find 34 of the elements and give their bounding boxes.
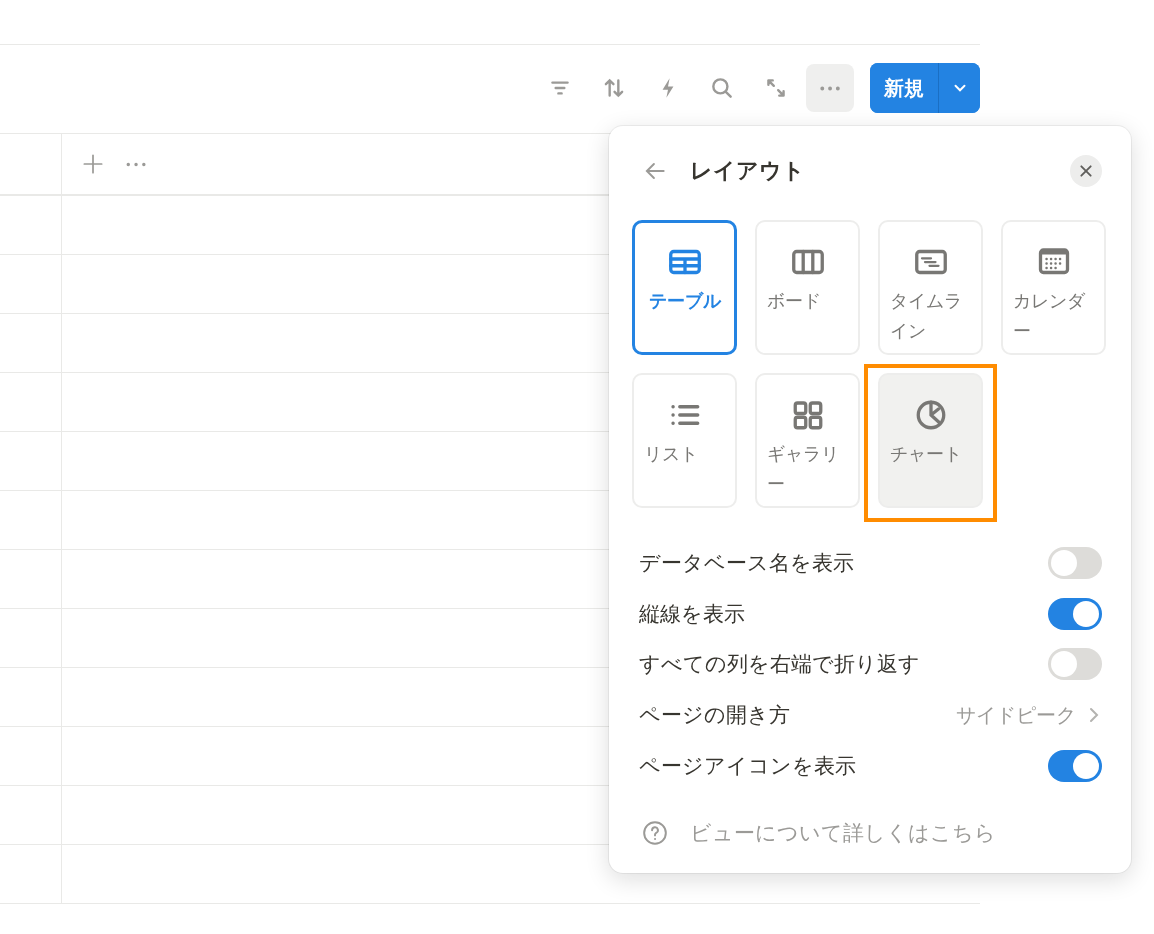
help-link[interactable]: ビューについて詳しくはこちら — [632, 818, 1108, 847]
close-icon — [1078, 163, 1094, 179]
close-button[interactable] — [1070, 155, 1102, 187]
layout-label: ボード — [767, 289, 822, 313]
layout-option[interactable]: チャート — [878, 373, 983, 508]
setting-label: データベース名を表示 — [639, 550, 854, 578]
layout-option[interactable]: リスト — [632, 373, 737, 508]
layout-option[interactable]: タイムライン — [878, 220, 983, 355]
help-icon — [642, 819, 668, 846]
dropdown-button[interactable] — [938, 63, 980, 113]
layout-option[interactable]: テーブル — [632, 220, 737, 355]
layout-label: カレンダー — [1013, 289, 1086, 343]
layout-option[interactable]: ギャラリー — [755, 373, 860, 508]
layout-label: チャート — [890, 442, 963, 466]
setting-label: 縦線を表示 — [639, 600, 745, 628]
layout-label: リスト — [644, 442, 699, 466]
toggle-switch[interactable] — [1048, 597, 1102, 630]
open-mode-selector[interactable]: サイドピーク — [956, 701, 1102, 729]
column-options-button[interactable] — [126, 161, 146, 167]
toggle-switch[interactable] — [1048, 648, 1102, 681]
popup-title: レイアウト — [690, 157, 806, 185]
layout-label: タイムライン — [890, 289, 963, 343]
setting-label: すべての列を右端で折り返す — [639, 651, 920, 679]
layout-label: ギャラリー — [767, 442, 840, 496]
layout-label: テーブル — [647, 289, 722, 313]
search-icon — [709, 75, 735, 101]
toggle-switch[interactable] — [1048, 749, 1102, 782]
more-icon — [820, 85, 840, 91]
layout-option[interactable]: ボード — [755, 220, 860, 355]
toggle-switch[interactable] — [1048, 547, 1102, 580]
more-icon — [126, 161, 146, 167]
setting-label: ページの開き方 — [639, 702, 790, 730]
setting-label: ページアイコンを表示 — [639, 752, 856, 780]
layout-option[interactable]: カレンダー — [1001, 220, 1106, 355]
